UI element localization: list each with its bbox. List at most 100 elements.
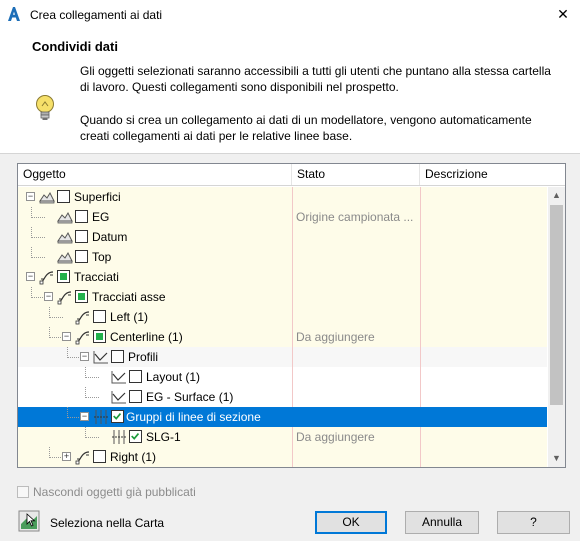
scroll-down-arrow-icon[interactable]: ▼ bbox=[548, 450, 565, 467]
row-checkbox[interactable] bbox=[93, 310, 106, 323]
tree-row-object-cell: Datum bbox=[18, 227, 292, 247]
tree-row-object-cell: + Right (1) bbox=[18, 447, 292, 467]
row-checkbox[interactable] bbox=[75, 230, 88, 243]
tree-row-stato-cell bbox=[292, 187, 420, 207]
tree-row-stato-cell bbox=[292, 407, 420, 427]
hide-published-checkbox[interactable] bbox=[17, 486, 29, 498]
tree-row-label: Layout (1) bbox=[146, 370, 201, 384]
tree-row[interactable]: EG - Surface (1) bbox=[18, 387, 547, 407]
expand-icon[interactable]: + bbox=[62, 452, 71, 461]
tree-row[interactable]: − Tracciati bbox=[18, 267, 547, 287]
tree-row-label: Datum bbox=[92, 230, 128, 244]
tree-connector-line bbox=[67, 357, 81, 358]
collapse-icon[interactable]: − bbox=[62, 332, 71, 341]
tree-row-descrizione-cell bbox=[420, 367, 547, 387]
column-header-stato[interactable]: Stato bbox=[292, 164, 420, 185]
header-title: Condividi dati bbox=[32, 39, 118, 54]
collapse-icon[interactable]: − bbox=[26, 272, 35, 281]
vertical-scrollbar[interactable]: ▲ ▼ bbox=[548, 187, 565, 467]
ok-button[interactable]: OK bbox=[315, 511, 387, 534]
collapse-icon[interactable]: − bbox=[26, 192, 35, 201]
column-header-oggetto[interactable]: Oggetto bbox=[18, 164, 292, 185]
tree-connector-line bbox=[49, 447, 50, 458]
tree-row-stato-cell bbox=[292, 247, 420, 267]
tree-row-label: SLG-1 bbox=[146, 430, 181, 444]
row-checkbox[interactable] bbox=[57, 190, 70, 203]
tree-row[interactable]: − Profili bbox=[18, 347, 547, 367]
cancel-button[interactable]: Annulla bbox=[405, 511, 479, 534]
column-header-descrizione[interactable]: Descrizione bbox=[420, 164, 546, 185]
surface-icon bbox=[57, 209, 73, 225]
row-checkbox[interactable] bbox=[93, 450, 106, 463]
select-in-map-label[interactable]: Seleziona nella Carta bbox=[50, 516, 164, 530]
tree-row-stato-cell bbox=[292, 447, 420, 467]
tree-row-label: EG bbox=[92, 210, 110, 224]
collapse-icon[interactable]: − bbox=[44, 292, 53, 301]
title-bar: Crea collegamenti ai dati ✕ bbox=[0, 0, 580, 30]
tree-connector-line bbox=[31, 257, 45, 258]
tree-row-object-cell: − Gruppi di linee di sezione bbox=[18, 407, 292, 427]
alignment-icon bbox=[75, 449, 91, 465]
tree-row[interactable]: − Gruppi di linee di sezione bbox=[18, 407, 547, 427]
row-checkbox[interactable] bbox=[111, 410, 124, 423]
tree-row-label: Right (1) bbox=[110, 450, 157, 464]
select-in-map-icon[interactable] bbox=[18, 510, 40, 532]
tree-row[interactable]: Top bbox=[18, 247, 547, 267]
tree-row[interactable]: Datum bbox=[18, 227, 547, 247]
tree-row-descrizione-cell bbox=[420, 387, 547, 407]
tree-connector-line bbox=[85, 367, 86, 378]
tree-row-stato-cell bbox=[292, 307, 420, 327]
row-checkbox[interactable] bbox=[129, 390, 142, 403]
tree-row[interactable]: + Right (1) bbox=[18, 447, 547, 467]
tree-row-descrizione-cell bbox=[420, 327, 547, 347]
objects-tree[interactable]: Oggetto Stato Descrizione − Superfici EG Or… bbox=[17, 163, 566, 468]
scrollbar-thumb[interactable] bbox=[550, 205, 563, 405]
tree-row[interactable]: − Superfici bbox=[18, 187, 547, 207]
row-checkbox[interactable] bbox=[111, 350, 124, 363]
tree-connector-line bbox=[49, 457, 63, 458]
tree-row[interactable]: Left (1) bbox=[18, 307, 547, 327]
profile-icon bbox=[111, 389, 127, 405]
tree-row-descrizione-cell bbox=[420, 427, 547, 447]
tree-connector-line bbox=[85, 387, 86, 398]
row-checkbox[interactable] bbox=[129, 430, 142, 443]
tree-connector-line bbox=[31, 297, 45, 298]
tree-row[interactable]: − Tracciati asse bbox=[18, 287, 547, 307]
tree-row-descrizione-cell bbox=[420, 447, 547, 467]
tree-row-descrizione-cell bbox=[420, 407, 547, 427]
alignment-icon bbox=[75, 329, 91, 345]
row-checkbox[interactable] bbox=[129, 370, 142, 383]
row-checkbox[interactable] bbox=[75, 290, 88, 303]
tree-connector-line bbox=[31, 237, 45, 238]
tree-row-stato-cell bbox=[292, 387, 420, 407]
tree-row[interactable]: − Centerline (1) Da aggiungere bbox=[18, 327, 547, 347]
tree-row-stato-cell: Da aggiungere bbox=[292, 427, 420, 447]
close-button[interactable]: ✕ bbox=[552, 4, 574, 24]
tree-row[interactable]: EG Origine campionata ... bbox=[18, 207, 547, 227]
tree-connector-line bbox=[85, 437, 99, 438]
help-button[interactable]: ? bbox=[497, 511, 570, 534]
tree-row[interactable]: SLG-1 Da aggiungere bbox=[18, 427, 547, 447]
tree-row[interactable]: Layout (1) bbox=[18, 367, 547, 387]
tree-row-object-cell: SLG-1 bbox=[18, 427, 292, 447]
column-header-row: Oggetto Stato Descrizione bbox=[18, 164, 565, 186]
collapse-icon[interactable]: − bbox=[80, 412, 89, 421]
info-paragraph-2: Quando si crea un collegamento ai dati d… bbox=[80, 113, 532, 143]
row-checkbox[interactable] bbox=[57, 270, 70, 283]
tree-row-label: Left (1) bbox=[110, 310, 149, 324]
collapse-icon[interactable]: − bbox=[80, 352, 89, 361]
row-checkbox[interactable] bbox=[75, 250, 88, 263]
autocad-a-icon bbox=[8, 7, 20, 21]
tree-row-label: Superfici bbox=[74, 190, 121, 204]
info-paragraph-1: Gli oggetti selezionati saranno accessib… bbox=[80, 64, 551, 94]
surface-icon bbox=[39, 189, 55, 205]
row-checkbox[interactable] bbox=[75, 210, 88, 223]
tree-connector-line bbox=[85, 377, 99, 378]
info-header: Condividi dati Gli oggetti selezionati s… bbox=[0, 30, 580, 154]
tree-row-label: EG - Surface (1) bbox=[146, 390, 234, 404]
row-checkbox[interactable] bbox=[93, 330, 106, 343]
tree-row-object-cell: − Tracciati bbox=[18, 267, 292, 287]
lightbulb-icon bbox=[36, 95, 54, 120]
scroll-up-arrow-icon[interactable]: ▲ bbox=[548, 187, 565, 204]
tree-rows: − Superfici EG Origine campionata ... Datum T… bbox=[18, 187, 548, 467]
